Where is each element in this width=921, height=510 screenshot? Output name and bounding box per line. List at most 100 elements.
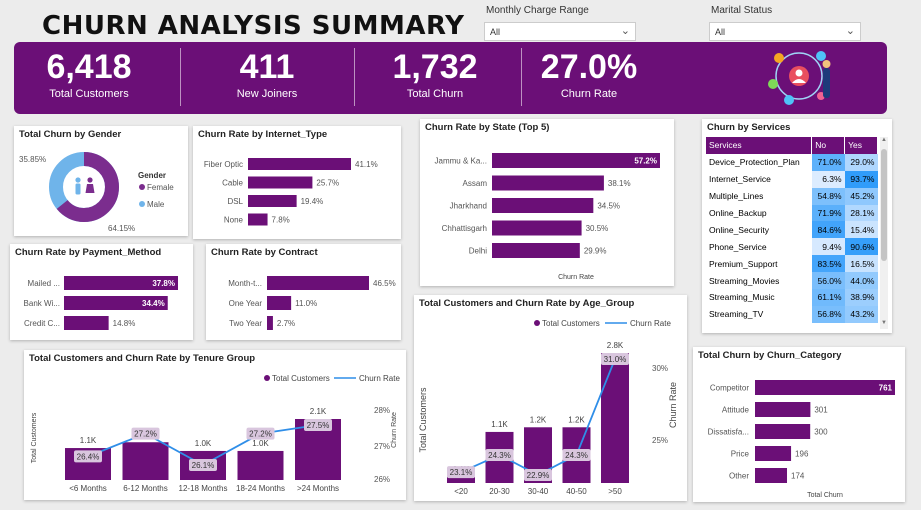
bar[interactable] xyxy=(267,316,273,330)
table-row[interactable]: Streaming_Movies 56.0% 44.0% xyxy=(706,272,878,290)
tick-label: 30% xyxy=(652,364,668,373)
tick-label: 28% xyxy=(374,406,390,415)
data-label: 196 xyxy=(795,450,809,459)
category-label: Fiber Optic xyxy=(204,160,243,169)
bar[interactable] xyxy=(248,195,297,207)
category-label: Assam xyxy=(463,179,488,188)
kpi-value: 6,418 xyxy=(46,48,132,86)
bar[interactable] xyxy=(601,353,629,483)
category-label: Other xyxy=(729,472,749,481)
scroll-up-icon[interactable]: ▲ xyxy=(880,137,888,143)
bar[interactable] xyxy=(248,176,313,189)
table-row[interactable]: Multiple_Lines 54.8% 45.2% xyxy=(706,187,878,205)
line-label: 23.1% xyxy=(450,468,473,477)
data-label: 30.5% xyxy=(586,224,609,233)
churn-category-chart: Competitor 761 Attitude 301 Dissatisfa... 300… xyxy=(708,380,895,499)
category-label: 12-18 Months xyxy=(179,484,228,493)
churn-category-card: Total Churn by Churn_Category Competitor… xyxy=(693,347,905,502)
bar[interactable] xyxy=(267,276,369,290)
marital-status-value: All xyxy=(715,27,726,37)
bar[interactable] xyxy=(492,220,582,236)
chevron-down-icon: ⌄ xyxy=(620,25,630,37)
column-header[interactable]: No xyxy=(811,137,846,154)
legend-label: Churn Rate xyxy=(359,374,400,383)
legend-swatch-female xyxy=(139,184,145,190)
gender-donut[interactable] xyxy=(49,152,119,222)
chevron-down-icon: ⌄ xyxy=(845,25,855,37)
data-label: 41.1% xyxy=(355,160,378,169)
category-label: 20-30 xyxy=(489,487,510,496)
data-label: 2.7% xyxy=(277,319,295,328)
line-label: 24.3% xyxy=(565,451,588,460)
service-name-cell: Streaming_Music xyxy=(709,292,775,303)
marital-status-dropdown[interactable]: All ⌄ xyxy=(709,22,861,41)
services-table-container[interactable]: Services No Yes Device_Protection_Plan 71… xyxy=(706,137,878,329)
scroll-down-icon[interactable]: ▼ xyxy=(880,320,888,326)
table-row[interactable]: Streaming_Music 61.1% 38.9% xyxy=(706,289,878,306)
payment-method-chart: Mailed ... 37.8% Bank Wi... 34.4% Credit C..… xyxy=(24,276,178,330)
category-label: One Year xyxy=(229,299,263,308)
category-label: Delhi xyxy=(469,247,487,256)
scrollbar-thumb[interactable] xyxy=(881,149,887,261)
bar[interactable] xyxy=(237,450,284,480)
table-row[interactable]: Device_Protection_Plan 71.0% 29.0% xyxy=(706,153,878,171)
yes-value-cell: 28.1% xyxy=(844,204,878,222)
marital-status-label: Marital Status xyxy=(711,5,773,16)
table-row[interactable]: Online_Backup 71.9% 28.1% xyxy=(706,204,878,222)
bar[interactable] xyxy=(122,442,169,480)
bar[interactable] xyxy=(755,380,895,395)
service-name-cell: Online_Security xyxy=(709,224,770,235)
line-label: 27.5% xyxy=(307,421,330,430)
contract-chart: Month-t... 46.5% One Year 11.0% Two Year 2.7% xyxy=(228,276,396,330)
bar[interactable] xyxy=(64,316,109,330)
bar[interactable] xyxy=(755,468,788,483)
category-label: 18-24 Months xyxy=(236,484,285,493)
no-value-cell: 6.3% xyxy=(811,170,845,188)
axis-title: Churn Rate xyxy=(391,412,398,448)
service-name-cell: Device_Protection_Plan xyxy=(709,157,800,168)
bar[interactable] xyxy=(492,175,604,191)
legend-title: Gender xyxy=(138,171,166,180)
line-label: 31.0% xyxy=(604,355,627,364)
legend-swatch xyxy=(264,375,270,381)
bar[interactable] xyxy=(248,213,268,226)
kpi-band: 6,418 Total Customers 411 New Joiners 1,… xyxy=(14,42,887,114)
yes-value-cell: 43.2% xyxy=(844,305,878,323)
yes-value-cell: 93.7% xyxy=(844,170,878,188)
data-label: 57.2% xyxy=(634,157,657,166)
bar[interactable] xyxy=(755,424,811,439)
analytics-illustration-icon xyxy=(768,51,831,105)
category-label: Price xyxy=(731,450,750,459)
data-label: 7.8% xyxy=(272,216,290,225)
line-label: 27.2% xyxy=(134,430,157,439)
line-label: 24.3% xyxy=(488,451,511,460)
slice-label: 64.15% xyxy=(108,224,135,233)
category-label: 6-12 Months xyxy=(123,484,167,493)
service-name-cell: Streaming_TV xyxy=(709,309,764,320)
line-label: 27.2% xyxy=(249,430,272,439)
category-label: Attitude xyxy=(722,406,750,415)
bar[interactable] xyxy=(492,243,580,258)
state-chart: Jammu & Ka... 57.2% Assam 38.1% Jharkhand 34.… xyxy=(435,153,660,281)
column-header[interactable]: Yes xyxy=(844,137,878,154)
data-label: 1.0K xyxy=(252,439,269,448)
table-row[interactable]: Premium_Support 83.5% 16.5% xyxy=(706,255,878,273)
bar[interactable] xyxy=(755,446,792,461)
table-row[interactable]: Phone_Service 9.4% 90.6% xyxy=(706,238,878,256)
table-row[interactable]: Internet_Service 6.3% 93.7% xyxy=(706,170,878,188)
no-value-cell: 56.0% xyxy=(811,272,845,290)
yes-value-cell: 15.4% xyxy=(844,221,878,239)
bar[interactable] xyxy=(755,402,811,417)
bar[interactable] xyxy=(248,158,351,170)
scrollbar[interactable]: ▲ ▼ xyxy=(880,137,888,329)
kpi-label: Total Churn xyxy=(406,88,464,100)
bar[interactable] xyxy=(492,198,594,213)
column-header[interactable]: Services xyxy=(706,137,813,154)
axis-title: Total Customers xyxy=(418,387,428,453)
table-row[interactable]: Streaming_TV 56.8% 43.2% xyxy=(706,305,878,323)
bar[interactable] xyxy=(267,296,292,310)
monthly-charge-dropdown[interactable]: All ⌄ xyxy=(484,22,636,41)
no-value-cell: 83.5% xyxy=(811,255,845,273)
kpi-value: 411 xyxy=(239,48,295,86)
table-row[interactable]: Online_Security 84.6% 15.4% xyxy=(706,221,878,239)
